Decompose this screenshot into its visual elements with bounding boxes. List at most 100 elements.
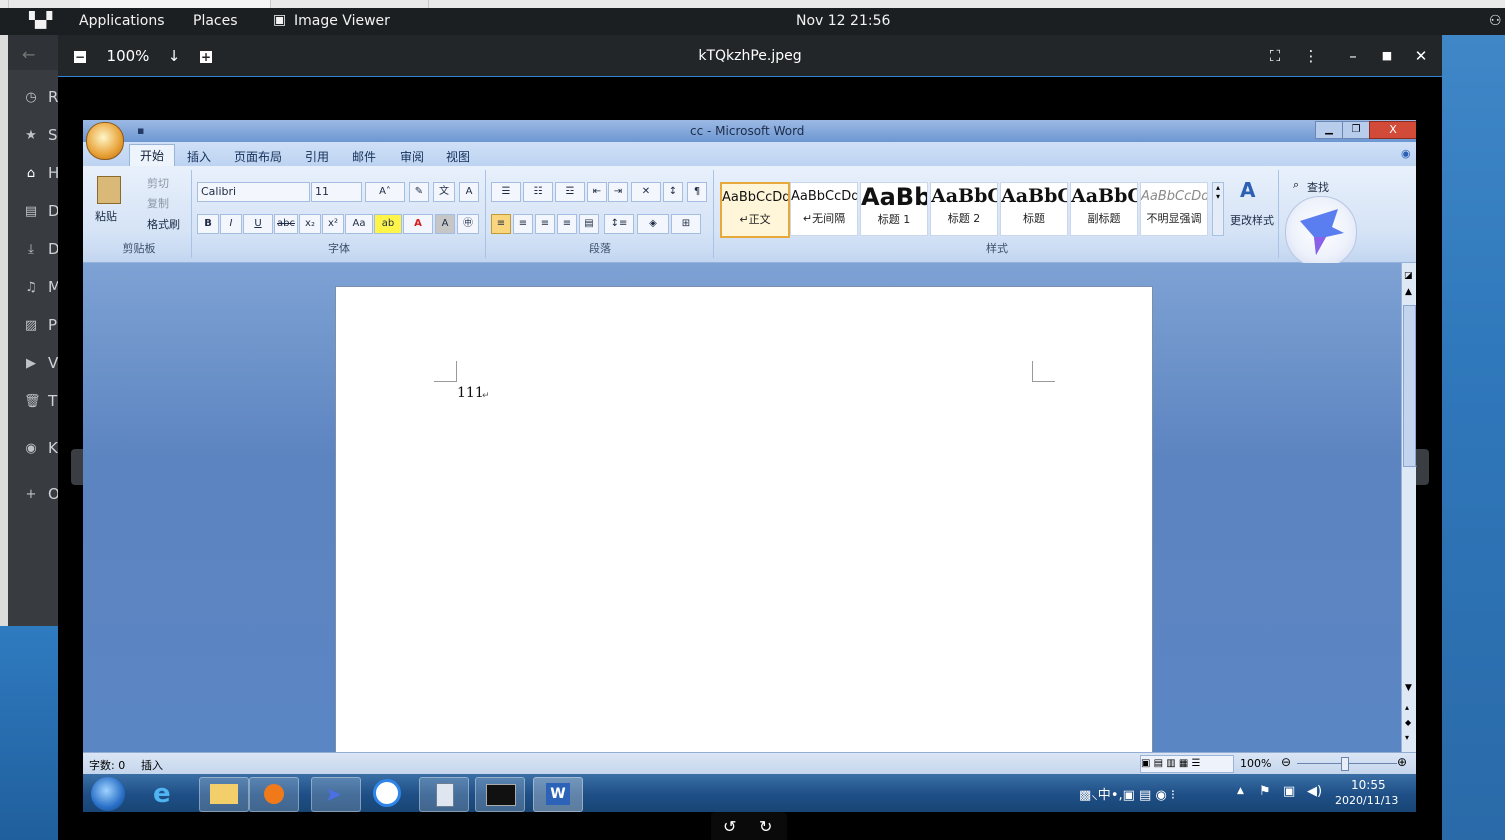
zoom-out-icon[interactable]: ⊖ [1281, 755, 1291, 769]
activities-grid-icon[interactable]: ▚▞ [29, 12, 52, 29]
change-styles-icon[interactable]: A [1240, 178, 1255, 202]
word-minimize-button[interactable]: ▁ [1315, 121, 1343, 139]
format-painter-button[interactable]: 格式刷 [147, 216, 180, 232]
insert-mode[interactable]: 插入 [141, 757, 163, 773]
find-button[interactable]: 查找 [1307, 179, 1329, 195]
applications-menu[interactable]: Applications [79, 13, 165, 30]
zoom-out-button[interactable]: − [70, 43, 90, 69]
ruler-toggle-icon[interactable]: ◪ [1404, 271, 1413, 281]
sidebar-item-label[interactable]: P [48, 316, 57, 334]
copy-button[interactable]: 复制 [147, 195, 169, 211]
tab-page-layout[interactable]: 页面布局 [234, 148, 282, 165]
style-heading-2[interactable]: AaBbC 标题 2 [930, 182, 998, 236]
align-center-button[interactable]: ≡ [513, 214, 533, 234]
office-button-icon[interactable] [86, 122, 124, 160]
zoom-in-icon[interactable]: ⊕ [1397, 755, 1407, 769]
show-marks-button[interactable]: ¶ [687, 182, 707, 202]
style-no-spacing[interactable]: AaBbCcDd ↵无间隔 [790, 182, 858, 236]
tray-time[interactable]: 10:55 [1351, 778, 1386, 792]
next-page-icon[interactable]: ▾ [1405, 733, 1409, 742]
cut-button[interactable]: 剪切 [147, 175, 169, 191]
style-normal[interactable]: AaBbCcDd ↵正文 [720, 182, 790, 238]
word-restore-button[interactable]: ❐ [1342, 121, 1370, 139]
taskbar-ie-icon[interactable]: e [143, 777, 191, 810]
phonetic-button[interactable]: 文 [433, 182, 455, 202]
zoom-percent[interactable]: 100% [1240, 757, 1271, 770]
char-shading-button[interactable]: A [435, 214, 455, 234]
document-text[interactable]: 111 [457, 385, 484, 401]
close-button[interactable]: ✕ [1410, 43, 1432, 69]
app-menu[interactable]: Image Viewer [294, 13, 390, 30]
tab-view[interactable]: 视图 [446, 148, 470, 165]
align-left-button[interactable]: ≡ [491, 214, 511, 234]
sidebar-item-label[interactable]: R [48, 88, 58, 106]
underline-button[interactable]: U [243, 214, 273, 234]
zoom-menu-arrow-icon[interactable]: ↓ [164, 43, 184, 69]
chinese-layout-button[interactable]: ✕ [631, 182, 661, 202]
superscript-button[interactable]: x² [322, 214, 344, 234]
taskbar-word-icon[interactable]: W [533, 777, 583, 812]
grow-font-button[interactable]: A˄ [365, 182, 405, 202]
view-buttons[interactable]: ▣ ▤ ▥ ▦ ☰ [1140, 755, 1234, 773]
taskbar-bird-app-icon[interactable]: ➤ [311, 777, 361, 812]
multilevel-list-button[interactable]: ☲ [555, 182, 585, 202]
zoom-slider-thumb[interactable] [1341, 757, 1349, 771]
bullets-button[interactable]: ☰ [491, 182, 521, 202]
tab-mailings[interactable]: 邮件 [352, 148, 376, 165]
styles-scroll[interactable]: ▴ ▾ [1212, 182, 1224, 236]
tray-arrow-icon[interactable]: ▲ [1237, 786, 1244, 796]
fullscreen-icon[interactable]: ⛶ [1264, 43, 1286, 69]
char-border-button[interactable]: A [459, 182, 479, 202]
highlight-button[interactable]: ab [374, 214, 402, 234]
tab-insert[interactable]: 插入 [187, 148, 211, 165]
tray-flag-icon[interactable]: ⚑ [1259, 784, 1271, 799]
style-title[interactable]: AaBbC 标题 [1000, 182, 1068, 236]
back-icon[interactable]: ← [22, 45, 35, 64]
sort-button[interactable]: ↕ [663, 182, 683, 202]
paste-button[interactable]: 粘贴 [95, 208, 117, 224]
prev-page-icon[interactable]: ▴ [1405, 703, 1409, 712]
change-case-button[interactable]: Aa [345, 214, 373, 234]
scroll-up-arrow-icon[interactable]: ▲ [1405, 287, 1412, 297]
tab-references[interactable]: 引用 [305, 148, 329, 165]
increase-indent-button[interactable]: ⇥ [608, 182, 628, 202]
tab-review[interactable]: 审阅 [400, 148, 424, 165]
rotate-left-icon[interactable]: ↺ [723, 817, 736, 836]
style-heading-1[interactable]: AaBb 标题 1 [860, 182, 928, 236]
help-icon[interactable]: ◉ [1401, 147, 1411, 160]
font-color-button[interactable]: A [403, 214, 433, 234]
subscript-button[interactable]: x₂ [299, 214, 321, 234]
floating-bird-widget-icon[interactable] [1285, 196, 1357, 268]
distributed-button[interactable]: ▤ [579, 214, 599, 234]
numbering-button[interactable]: ☷ [523, 182, 553, 202]
line-spacing-button[interactable]: ↕≡ [604, 214, 634, 234]
italic-button[interactable]: I [220, 214, 242, 234]
sidebar-item-label[interactable]: V [48, 354, 58, 372]
word-count[interactable]: 字数: 0 [89, 757, 125, 773]
scroll-thumb[interactable] [1403, 305, 1416, 467]
menu-kebab-icon[interactable]: ⋮ [1300, 43, 1322, 69]
decrease-indent-button[interactable]: ⇤ [587, 182, 607, 202]
change-styles-button[interactable]: 更改样式 [1230, 212, 1274, 228]
taskbar-sync-app-icon[interactable] [365, 777, 413, 810]
rotate-right-icon[interactable]: ↻ [759, 817, 772, 836]
style-subtitle[interactable]: AaBbC 副标题 [1070, 182, 1138, 236]
tab-home[interactable]: 开始 [129, 144, 175, 167]
browse-object-icon[interactable]: ◆ [1405, 718, 1411, 727]
taskbar-calculator-icon[interactable] [419, 777, 469, 812]
tray-network-icon[interactable]: ▣ [1283, 784, 1295, 799]
save-icon[interactable]: ▪ [137, 124, 144, 137]
places-menu[interactable]: Places [193, 13, 238, 30]
minimize-button[interactable]: – [1342, 43, 1364, 69]
tray-date[interactable]: 2020/11/13 [1335, 794, 1398, 807]
clear-format-button[interactable]: ✎ [409, 182, 429, 202]
sidebar-item-label[interactable]: S [48, 126, 58, 144]
taskbar-cmd-icon[interactable] [475, 777, 525, 812]
start-orb-icon[interactable] [91, 777, 125, 811]
clock[interactable]: Nov 12 21:56 [796, 13, 890, 30]
taskbar-explorer-icon[interactable] [199, 777, 249, 812]
paste-icon[interactable] [97, 176, 121, 204]
maximize-button[interactable]: ■ [1376, 43, 1398, 69]
font-name-select[interactable]: Calibri [197, 182, 310, 202]
document-page[interactable]: 111 ↵ [335, 286, 1153, 754]
